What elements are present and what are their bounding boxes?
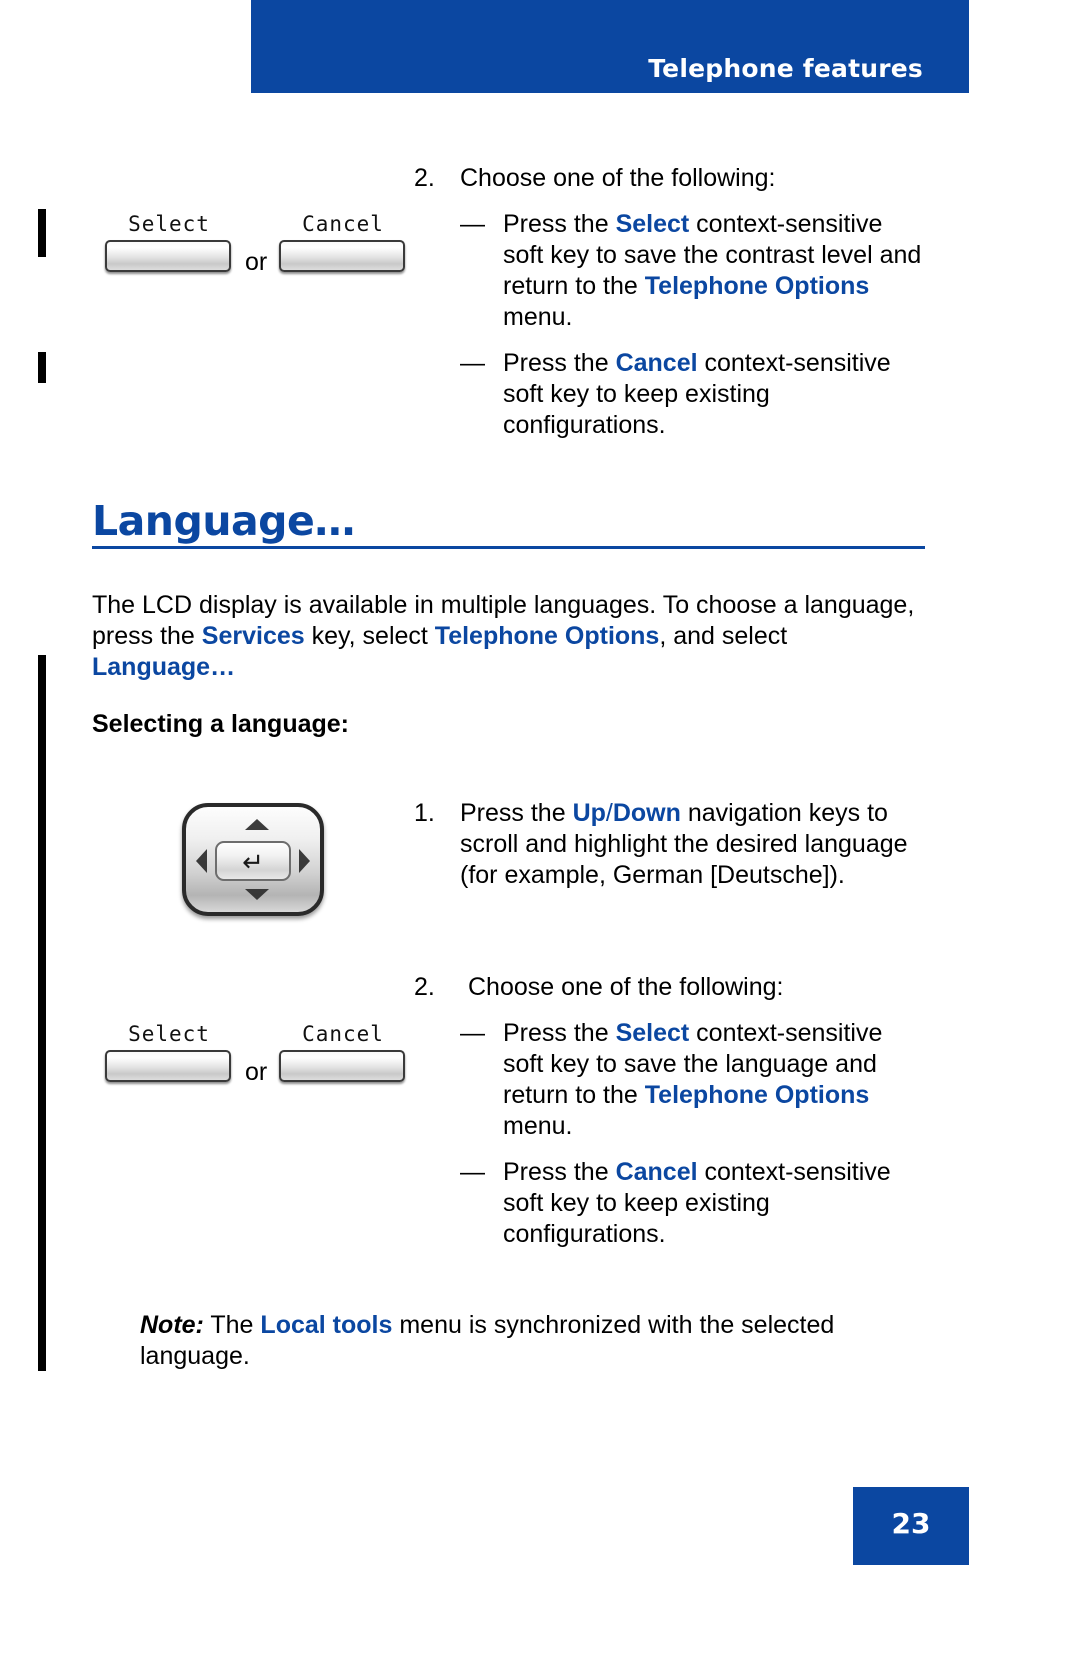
bullet-dash: — <box>460 1158 485 1186</box>
bullet-dash: — <box>460 210 485 238</box>
page-header-title: Telephone features <box>648 54 923 83</box>
softkey-or-separator: or <box>245 248 268 276</box>
triangle-up-icon[interactable] <box>245 819 269 830</box>
page-header-band: Telephone features <box>251 0 969 93</box>
footer-page-band: 23 <box>853 1487 969 1565</box>
navigation-key-graphic[interactable]: ↵ <box>182 803 324 916</box>
bullet-dash: — <box>460 349 485 377</box>
bullet-text: Press the Select context-sensitive soft … <box>503 1019 883 1140</box>
change-bar <box>38 352 46 383</box>
enter-key-button[interactable]: ↵ <box>215 841 291 881</box>
bullet-text: Press the Select context-sensitive soft … <box>503 210 922 331</box>
softkey-select-label: Select <box>128 212 210 236</box>
bullet-text: Press the Cancel context-sensitive soft … <box>503 1158 891 1248</box>
bullet-dash: — <box>460 1019 485 1047</box>
softkey-cancel-button[interactable] <box>279 1050 405 1082</box>
step-number: 2. <box>414 973 435 1001</box>
softkey-select-button[interactable] <box>105 1050 231 1082</box>
heading-rule <box>92 546 925 549</box>
softkey-cancel-button[interactable] <box>279 240 405 272</box>
note-block: Note: The Local tools menu is synchroniz… <box>140 1310 930 1372</box>
step-text: Choose one of the following: <box>460 164 776 192</box>
step-text: Choose one of the following: <box>468 973 784 1001</box>
page-number: 23 <box>891 1507 931 1540</box>
softkey-or-separator: or <box>245 1058 268 1086</box>
section-heading-language: Language… <box>92 497 355 545</box>
enter-arrow-icon: ↵ <box>242 847 264 877</box>
bullet-text: Press the Cancel context-sensitive soft … <box>503 349 891 439</box>
section-intro-paragraph: The LCD display is available in multiple… <box>92 591 915 681</box>
step-number: 2. <box>414 164 435 192</box>
step-text: Press the Up/Down navigation keys to scr… <box>460 799 908 889</box>
change-bar <box>38 655 46 1371</box>
softkey-select-label: Select <box>128 1022 210 1046</box>
softkey-cancel-label: Cancel <box>302 212 384 236</box>
sub-heading-selecting-a-language: Selecting a language: <box>92 710 350 738</box>
softkey-select-button[interactable] <box>105 240 231 272</box>
triangle-left-icon[interactable] <box>196 849 207 873</box>
change-bar <box>38 209 46 257</box>
triangle-down-icon[interactable] <box>245 889 269 900</box>
note-text: The Local tools menu is synchronized wit… <box>140 1311 835 1370</box>
softkey-cancel-label: Cancel <box>302 1022 384 1046</box>
triangle-right-icon[interactable] <box>299 849 310 873</box>
step-number: 1. <box>414 799 435 827</box>
note-label: Note: <box>140 1311 204 1339</box>
